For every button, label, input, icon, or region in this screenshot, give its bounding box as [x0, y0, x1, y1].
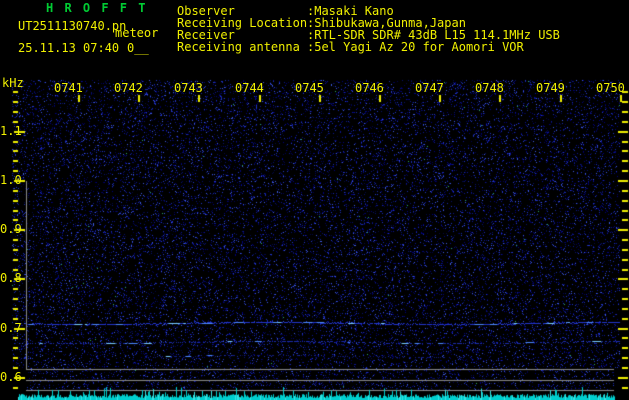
freq-tick-label: 0.6 [0, 370, 22, 384]
output-filename: UT2511130740.pn [18, 19, 127, 33]
hrofft-window: H R O F F T UT2511130740.pn meteor 25.11… [0, 0, 629, 400]
time-tick-label: 0748 [475, 81, 504, 95]
time-tick-label: 0742 [114, 81, 143, 95]
freq-tick-label: 0.8 [0, 271, 22, 285]
y-axis-unit: kHz [2, 76, 24, 90]
datetime: 25.11.13 07:40 [18, 41, 120, 55]
echo-counter: 0__ [127, 41, 149, 55]
time-tick-label: 0746 [355, 81, 384, 95]
time-tick-label: 0743 [174, 81, 203, 95]
time-tick-label: 0749 [536, 81, 565, 95]
time-tick-label: 0744 [235, 81, 264, 95]
freq-tick-label: 0.9 [0, 222, 22, 236]
time-tick-label: 0745 [295, 81, 324, 95]
freq-tick-label: 0.7 [0, 321, 22, 335]
freq-tick-label: 1.1 [0, 124, 22, 138]
spectrogram-canvas [0, 0, 629, 400]
antenna-value: :5el Yagi Az 20 for Aomori VOR [307, 40, 524, 54]
time-tick-label: 0747 [415, 81, 444, 95]
observation-mode: meteor [115, 26, 159, 40]
freq-tick-label: 1.0 [0, 173, 22, 187]
app-title: H R O F F T [46, 1, 148, 15]
time-tick-label: 0750 [596, 81, 625, 95]
antenna-label: Receiving antenna [177, 40, 300, 54]
time-tick-label: 0741 [54, 81, 83, 95]
